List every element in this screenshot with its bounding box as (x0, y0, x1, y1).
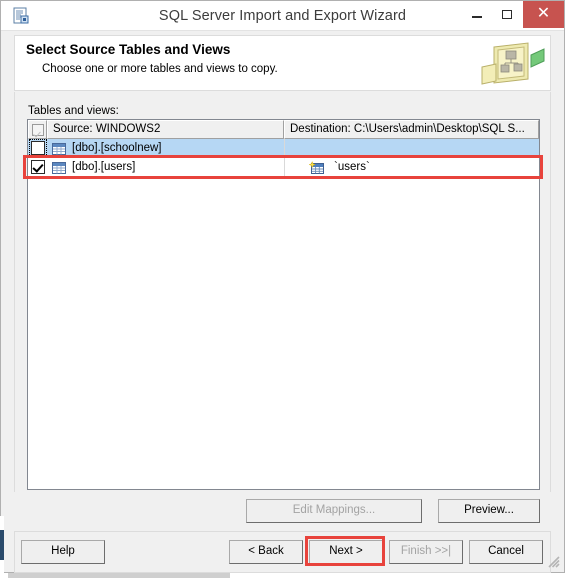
tables-and-views-label: Tables and views: (28, 105, 119, 117)
grid-header-row: Source: WINDOWS2 Destination: C:\Users\a… (28, 120, 539, 139)
wizard-document-icon (11, 6, 31, 26)
page-title: Select Source Tables and Views (26, 42, 231, 57)
select-all-checkbox[interactable] (32, 124, 44, 136)
page-banner: Select Source Tables and Views Choose on… (14, 35, 551, 91)
row-destination-name: `users` (334, 161, 370, 173)
maximize-icon (502, 10, 512, 19)
help-button[interactable]: Help (21, 540, 105, 564)
table-row[interactable]: [dbo].[schoolnew] (28, 139, 539, 158)
tables-transfer-icon (476, 39, 546, 89)
maximize-button[interactable] (492, 1, 523, 28)
destination-column-header[interactable]: Destination: C:\Users\admin\Desktop\SQL … (284, 120, 539, 139)
grid-rows: [dbo].[schoolnew] [dbo].[users] `users` (28, 139, 539, 489)
title-bar: SQL Server Import and Export Wizard ✕ (1, 1, 564, 31)
row-source-name: [dbo].[schoolnew] (72, 142, 162, 154)
taskbar-item (8, 573, 230, 578)
table-row[interactable]: [dbo].[users] `users` (28, 158, 539, 177)
minimize-icon (472, 16, 482, 18)
page-subtitle: Choose one or more tables and views to c… (42, 63, 278, 75)
table-icon (52, 142, 66, 155)
finish-button[interactable]: Finish >>| (389, 540, 463, 564)
row-checkbox[interactable] (29, 139, 47, 157)
minimize-button[interactable] (461, 1, 492, 28)
close-button[interactable]: ✕ (523, 1, 564, 28)
desktop-left-edge (0, 516, 4, 578)
new-table-icon (308, 160, 324, 174)
wizard-window: SQL Server Import and Export Wizard ✕ Se… (0, 0, 565, 573)
tables-and-views-grid[interactable]: Source: WINDOWS2 Destination: C:\Users\a… (27, 119, 540, 490)
next-button[interactable]: Next > (309, 540, 383, 564)
source-column-header[interactable]: Source: WINDOWS2 (47, 120, 284, 139)
resize-grip-icon[interactable] (547, 555, 560, 568)
back-button[interactable]: < Back (229, 540, 303, 564)
preview-button[interactable]: Preview... (438, 499, 540, 523)
row-source-name: [dbo].[users] (72, 161, 136, 173)
table-icon (52, 161, 66, 174)
row-column-divider (284, 139, 285, 158)
close-icon: ✕ (536, 5, 551, 22)
wizard-window-root: SQL Server Import and Export Wizard ✕ Se… (0, 0, 565, 578)
row-column-divider (284, 158, 285, 177)
edit-mappings-button[interactable]: Edit Mappings... (246, 499, 422, 523)
row-checkbox[interactable] (31, 160, 45, 174)
select-all-header-cell[interactable] (28, 120, 47, 139)
cancel-button[interactable]: Cancel (469, 540, 543, 564)
